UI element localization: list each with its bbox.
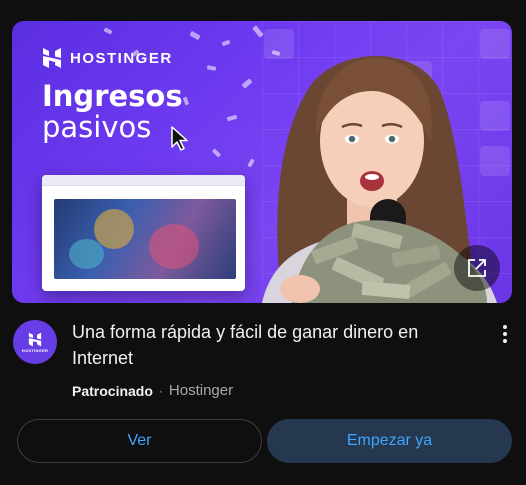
more-options-button[interactable] <box>495 322 515 346</box>
confetti <box>221 39 231 47</box>
hero-shape <box>149 224 199 269</box>
meta-separator: · <box>158 383 163 398</box>
open-external-button[interactable] <box>454 245 500 291</box>
confetti <box>206 65 217 71</box>
headline-line-2: pasivos <box>42 110 152 145</box>
ad-title[interactable]: Una forma rápida y fácil de ganar dinero… <box>72 319 472 371</box>
confetti <box>241 78 253 89</box>
website-preview <box>42 175 245 291</box>
ad-meta: Patrocinado · Hostinger <box>72 382 233 399</box>
confetti <box>226 114 238 122</box>
more-vert-icon <box>503 325 507 329</box>
advertiser-name[interactable]: Hostinger <box>169 382 233 399</box>
confetti <box>211 148 222 158</box>
cursor-pointer-icon <box>171 126 188 151</box>
get-started-button[interactable]: Empezar ya <box>267 419 512 463</box>
browser-toolbar <box>42 175 245 186</box>
hero-shape <box>94 209 134 249</box>
view-button[interactable]: Ver <box>17 419 262 463</box>
advertiser-avatar[interactable]: HOSTINGER <box>13 320 57 364</box>
more-vert-icon <box>503 332 507 336</box>
open-external-icon <box>468 259 486 277</box>
ad-card: HOSTINGER Ingresos pasivos HOSTINGER Una… <box>0 0 526 485</box>
headline-line-1: Ingresos <box>42 79 183 113</box>
avatar-brand-text: HOSTINGER <box>21 347 49 353</box>
confetti <box>103 27 113 35</box>
confetti <box>182 96 190 106</box>
hero-shape <box>69 239 104 269</box>
hostinger-logo-icon <box>43 48 61 68</box>
hostinger-brand: HOSTINGER <box>42 47 173 69</box>
hostinger-logo-icon <box>28 332 42 346</box>
website-hero-image <box>54 199 236 279</box>
more-vert-icon <box>503 339 507 343</box>
thumbnail-headline: Ingresos pasivos <box>42 79 183 145</box>
brand-name: HOSTINGER <box>70 49 173 67</box>
confetti <box>189 30 201 41</box>
ad-thumbnail[interactable]: HOSTINGER Ingresos pasivos <box>12 21 512 303</box>
sponsored-label: Patrocinado <box>72 382 153 399</box>
